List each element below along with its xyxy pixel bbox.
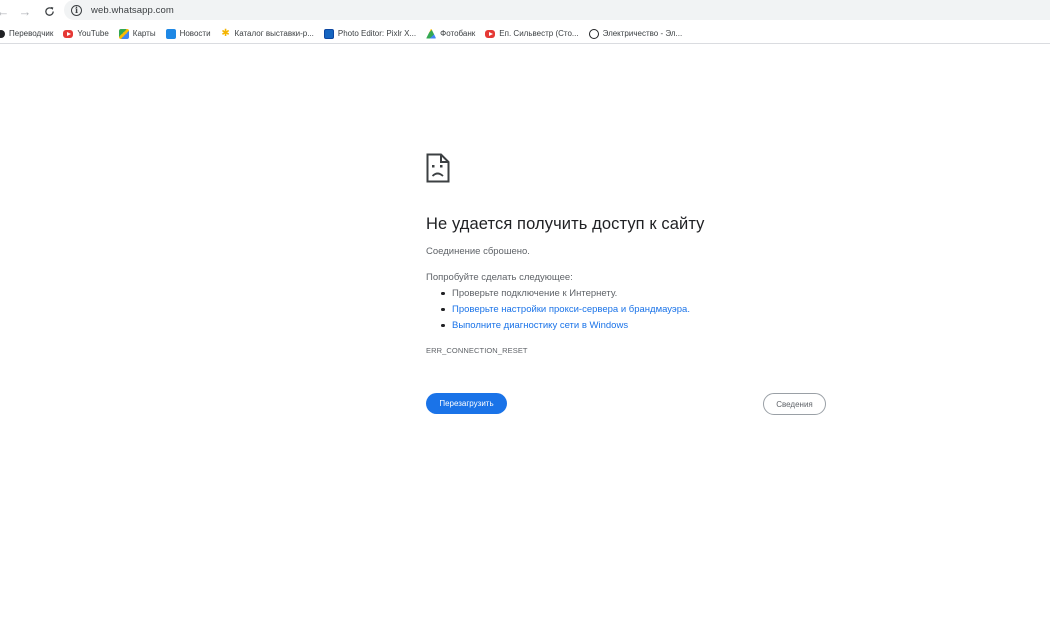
suggestion-network-diagnostics-link[interactable]: Выполните диагностику сети в Windows	[426, 320, 690, 336]
bookmark-catalog[interactable]: ✱ Каталог выставки-р...	[221, 26, 314, 42]
forward-arrow-icon[interactable]: →	[16, 2, 34, 20]
news-icon	[165, 28, 176, 39]
translate-icon	[0, 29, 5, 38]
suggestions-list: Проверьте подключение к Интернету. Прове…	[426, 288, 690, 336]
bookmark-silvestr[interactable]: Еп. Сильвестр (Сто...	[485, 26, 579, 42]
suggestion-check-connection: Проверьте подключение к Интернету.	[426, 288, 690, 304]
reload-button[interactable]: Перезагрузить	[426, 393, 507, 414]
error-description: Соединение сброшено.	[426, 246, 530, 257]
url-text[interactable]: web.whatsapp.com	[91, 5, 174, 16]
bookmark-maps[interactable]: Карты	[118, 26, 156, 42]
google-drive-icon	[426, 28, 437, 39]
error-title: Не удается получить доступ к сайту	[426, 215, 705, 233]
bookmark-label: Еп. Сильвестр (Сто...	[499, 29, 579, 38]
bookmark-label: Photo Editor: Pixlr X...	[337, 29, 417, 38]
maps-icon	[118, 28, 129, 39]
pixlr-icon	[323, 28, 334, 39]
bookmark-label: Каталог выставки-р...	[234, 29, 314, 38]
site-icon	[588, 28, 599, 39]
address-bar[interactable]: i web.whatsapp.com	[64, 0, 1050, 20]
bookmark-pixlr[interactable]: Photo Editor: Pixlr X...	[323, 26, 417, 42]
bookmark-news[interactable]: Новости	[165, 26, 211, 42]
sad-page-icon	[426, 153, 450, 183]
suggestion-check-proxy-link[interactable]: Проверьте настройки прокси-сервера и бра…	[426, 304, 690, 320]
bookmark-label: Новости	[179, 29, 211, 38]
back-arrow-icon[interactable]: ←	[0, 2, 12, 20]
bookmark-electricity[interactable]: Электричество - Эл...	[588, 26, 683, 42]
info-icon[interactable]: i	[71, 4, 82, 16]
star-icon: ✱	[221, 27, 230, 39]
bookmark-label: Переводчик	[9, 29, 54, 38]
bookmark-label: Фотобанк	[440, 29, 476, 38]
suggestions-heading: Попробуйте сделать следующее:	[426, 272, 573, 283]
youtube-icon	[63, 29, 74, 38]
bookmark-translate[interactable]: Переводчик	[0, 26, 53, 42]
bookmark-youtube[interactable]: YouTube	[63, 26, 109, 42]
bookmark-photobank[interactable]: Фотобанк	[426, 26, 475, 42]
reload-icon[interactable]	[40, 2, 58, 20]
bookmark-label: Карты	[132, 29, 156, 38]
error-code: ERR_CONNECTION_RESET	[426, 346, 528, 355]
youtube-icon	[485, 29, 496, 38]
details-button[interactable]: Сведения	[763, 393, 826, 415]
browser-toolbar: ← → i web.whatsapp.com	[0, 0, 1050, 22]
bookmark-label: Электричество - Эл...	[602, 29, 683, 38]
bookmarks-bar: Переводчик YouTube Карты Новости ✱ Катал…	[0, 24, 1050, 44]
bookmark-label: YouTube	[77, 29, 109, 38]
